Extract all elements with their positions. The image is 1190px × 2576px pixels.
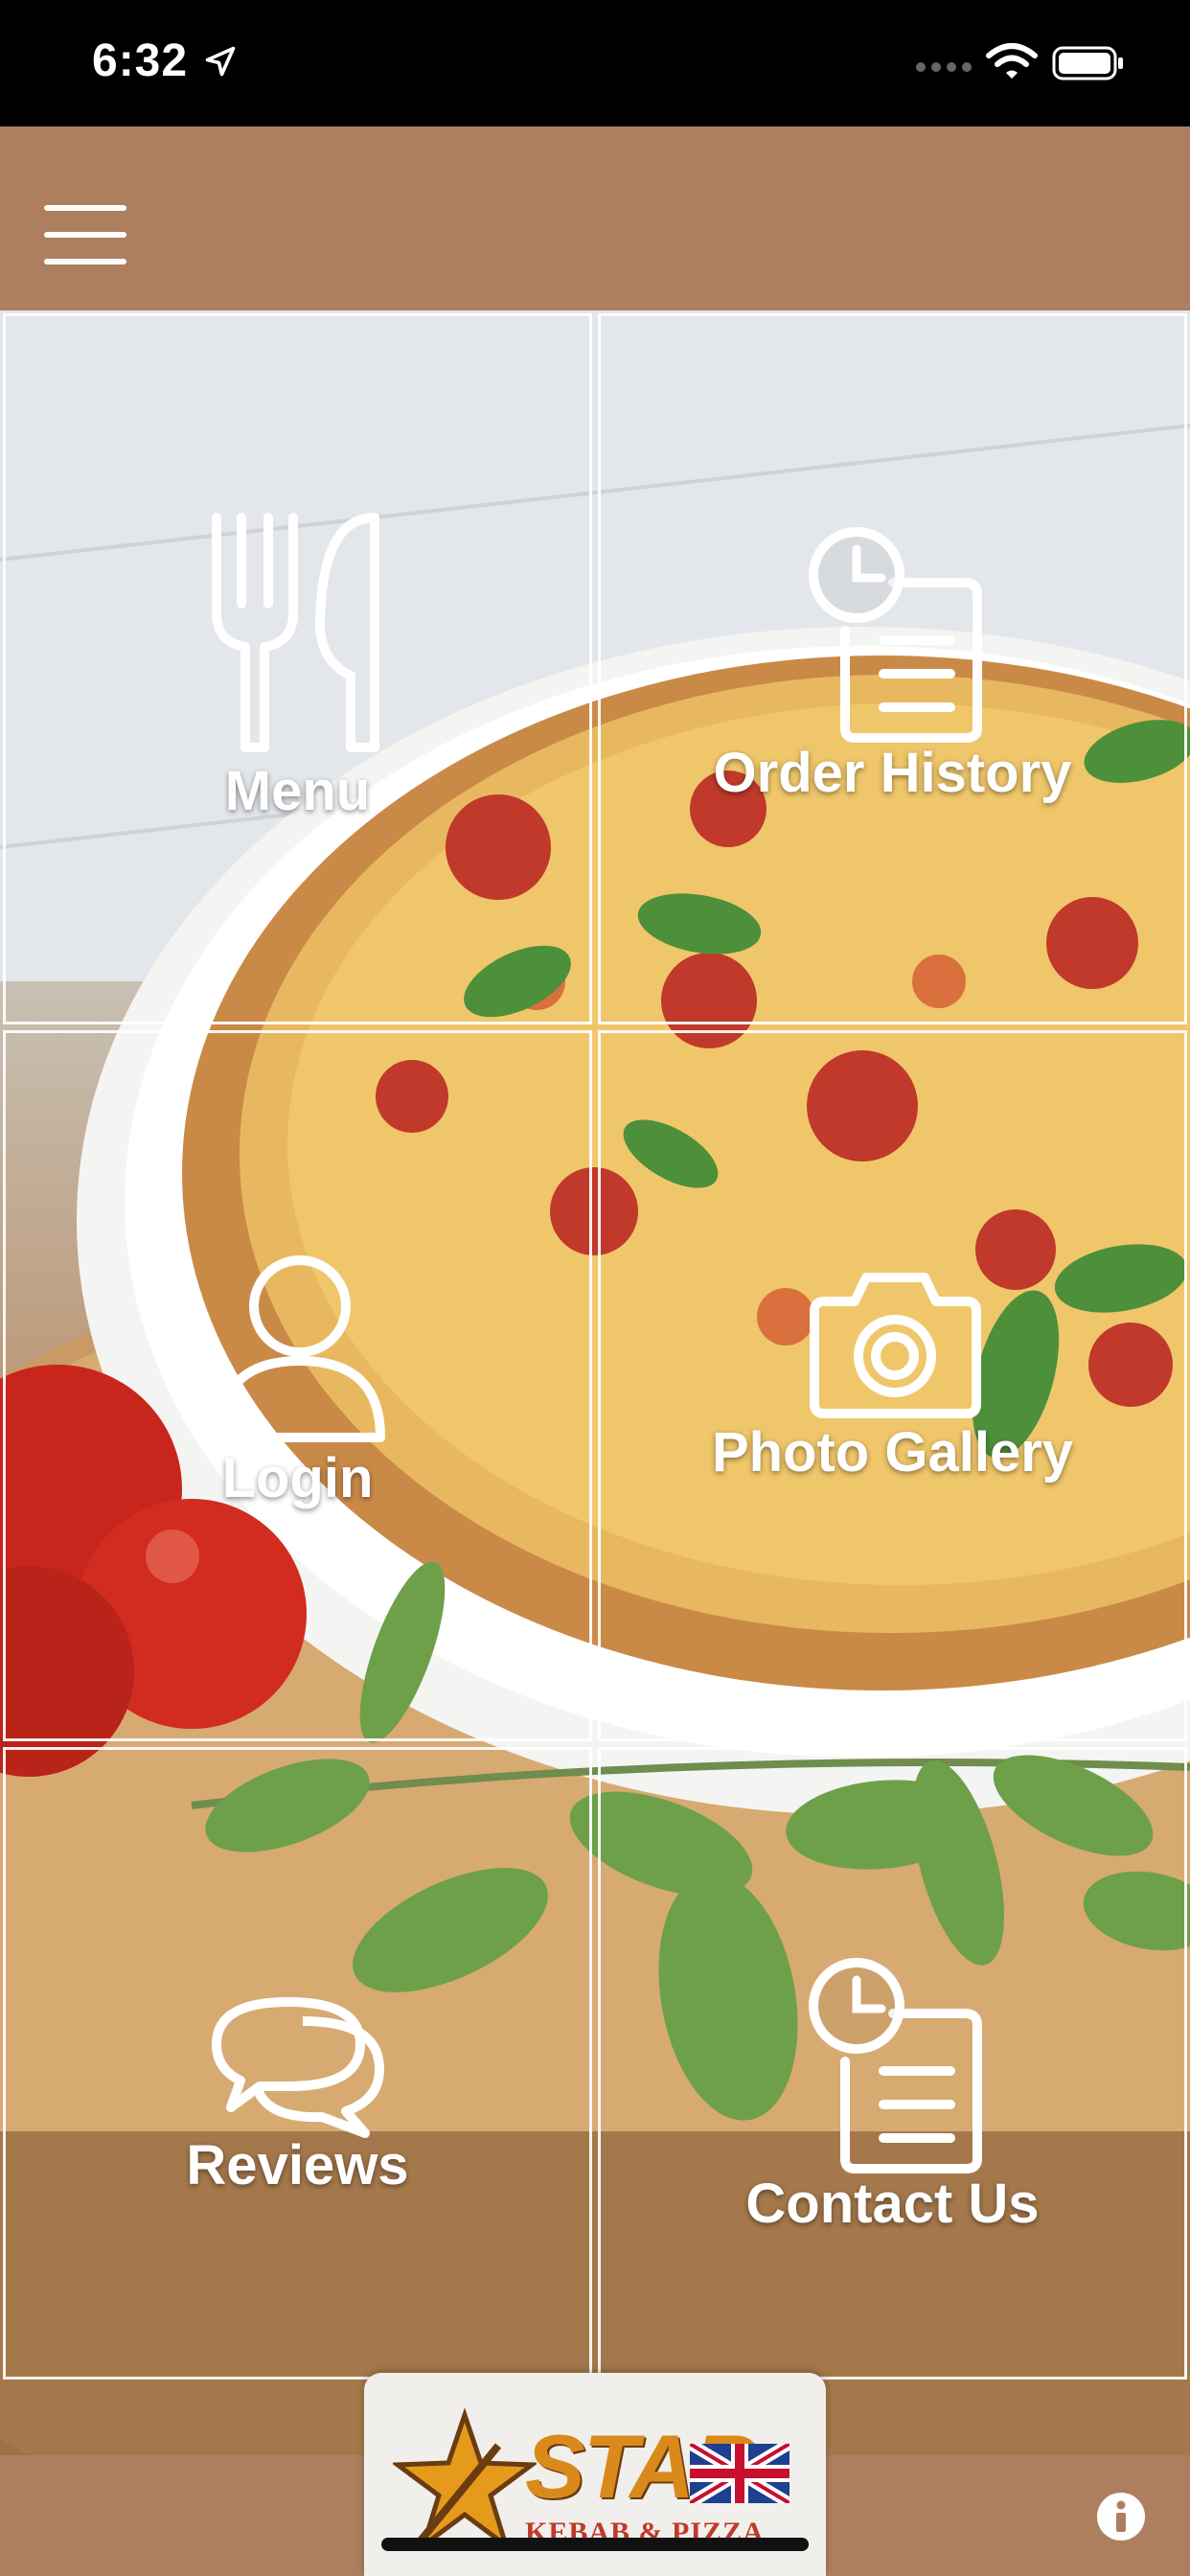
union-flag-icon (690, 2444, 790, 2503)
status-bar: 6:32 (0, 0, 1190, 126)
location-arrow-icon (205, 46, 236, 77)
clock-document-icon (809, 527, 982, 743)
tile-order-history[interactable]: Order History (598, 313, 1187, 1024)
star-logo-icon (393, 2407, 537, 2551)
app-header (0, 126, 1190, 310)
tile-photo-gallery-label: Photo Gallery (711, 1421, 1074, 1484)
hamburger-icon[interactable] (44, 205, 126, 264)
home-indicator (381, 2538, 809, 2551)
tile-photo-gallery[interactable]: Photo Gallery (598, 1030, 1187, 1741)
tile-contact-us[interactable]: Contact Us (598, 1747, 1187, 2380)
status-time: 6:32 (92, 35, 189, 86)
tile-order-history-label: Order History (713, 742, 1072, 804)
info-icon[interactable] (1096, 2492, 1146, 2542)
clock-document-icon (809, 1958, 982, 2174)
tile-menu-label: Menu (224, 760, 371, 822)
tile-reviews-label: Reviews (186, 2134, 409, 2196)
signal-dots-icon (916, 62, 972, 72)
user-icon (215, 1255, 385, 1442)
tile-reviews[interactable]: Reviews (3, 1747, 592, 2380)
tile-contact-us-label: Contact Us (745, 2173, 1040, 2235)
battery-icon (1052, 46, 1123, 80)
chat-bubbles-icon (212, 1997, 384, 2138)
camera-icon (810, 1273, 981, 1418)
tile-login-label: Login (221, 1447, 374, 1509)
tile-login[interactable]: Login (3, 1030, 592, 1741)
fork-knife-icon (212, 513, 379, 752)
wifi-icon (986, 43, 1038, 79)
tile-menu[interactable]: Menu (3, 313, 592, 1024)
